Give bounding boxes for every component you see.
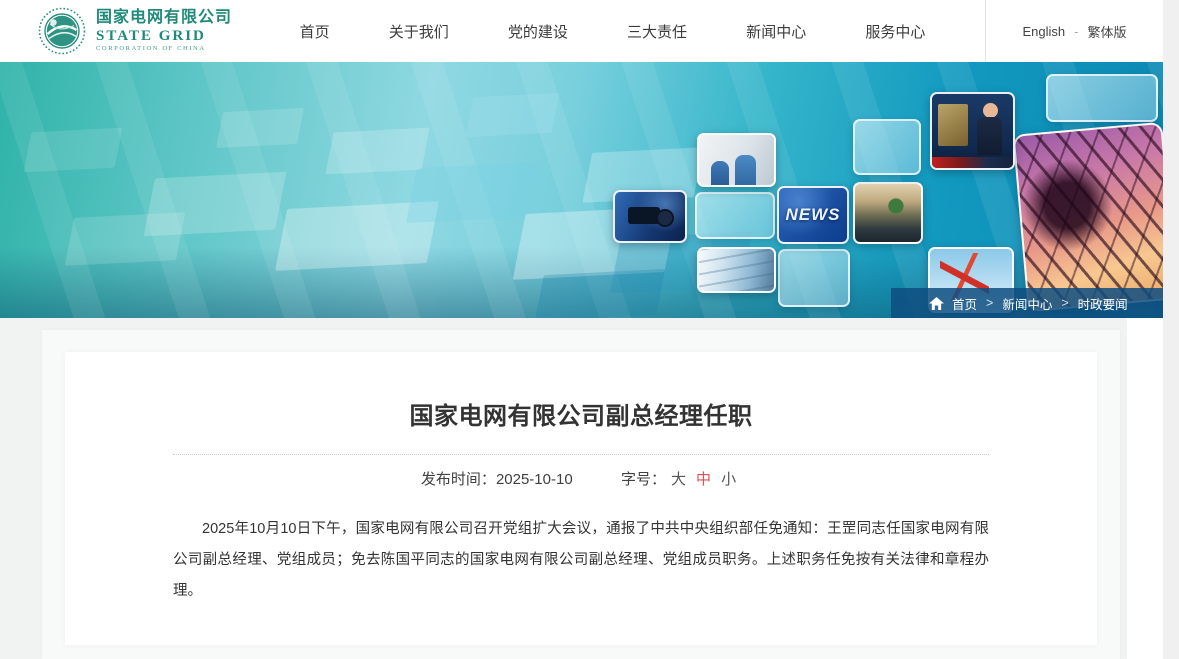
header: 国家电网有限公司 STATE GRID CORPORATION OF CHINA… [0, 0, 1163, 62]
banner-cube [325, 128, 429, 175]
banner-photo-meeting-room [853, 182, 923, 244]
breadcrumb-home[interactable]: 首页 [952, 294, 977, 313]
banner-photo-workers [697, 133, 776, 187]
article-card: 国家电网有限公司副总经理任职 发布时间：2025-10-10 字号： 大中小 20… [65, 352, 1097, 645]
anchor-suit [977, 117, 1003, 155]
font-size-medium-button[interactable]: 中 [696, 468, 711, 489]
logo[interactable]: 国家电网有限公司 STATE GRID CORPORATION OF CHINA [0, 7, 250, 55]
state-grid-emblem-icon [38, 7, 86, 55]
lang-separator: - [1074, 24, 1078, 39]
logo-english-name: STATE GRID [96, 28, 232, 45]
banner-cube [24, 128, 123, 173]
font-size-large-button[interactable]: 大 [671, 468, 686, 489]
main-nav: 首页 关于我们 党的建设 三大责任 新闻中心 服务中心 [250, 0, 985, 62]
article-meta: 发布时间：2025-10-10 字号： 大中小 [173, 468, 989, 489]
logo-subtitle: CORPORATION OF CHINA [96, 45, 232, 52]
article-body: 2025年10月10日下午，国家电网有限公司召开党组扩大会议，通报了中共中央组织… [173, 514, 989, 607]
banner-photo-powerline-workers [1013, 122, 1163, 312]
anchor-head [983, 103, 998, 118]
dotted-divider [173, 454, 989, 455]
font-size-label: 字号： [621, 471, 666, 488]
lang-traditional-link[interactable]: 繁体版 [1087, 22, 1126, 41]
banner-cube [466, 93, 560, 137]
nav-item-three-responsibilities[interactable]: 三大责任 [627, 21, 687, 42]
page: 国家电网有限公司 STATE GRID CORPORATION OF CHINA… [0, 0, 1179, 659]
breadcrumb-current-politics-news: 时政要闻 [1078, 294, 1128, 313]
banner-cube [65, 212, 186, 266]
banner-cube [535, 269, 665, 318]
scrollbar-track[interactable] [1163, 0, 1179, 659]
nav-item-home[interactable]: 首页 [300, 21, 330, 42]
banner-photo-exhibition-hall [697, 247, 776, 293]
publish-time-label: 发布时间： [421, 471, 496, 488]
hero-banner: NEWS 首页 > 新闻中心 > 时政要闻 [0, 62, 1163, 318]
article-title: 国家电网有限公司副总经理任职 [173, 396, 989, 431]
article-outer-card: 国家电网有限公司副总经理任职 发布时间：2025-10-10 字号： 大中小 20… [42, 330, 1120, 659]
home-icon[interactable] [929, 297, 944, 310]
banner-photo-news-graphic: NEWS [777, 186, 849, 244]
publish-time-value: 2025-10-10 [496, 471, 573, 488]
banner-photo-video-camera [613, 190, 687, 243]
font-size-small-button[interactable]: 小 [721, 468, 736, 489]
banner-cube [216, 108, 304, 148]
logo-text: 国家电网有限公司 STATE GRID CORPORATION OF CHINA [96, 9, 232, 52]
banner-cube [406, 162, 538, 223]
breadcrumb-separator: > [986, 296, 993, 310]
nav-item-service-center[interactable]: 服务中心 [865, 21, 925, 42]
news-tile-label: NEWS [786, 205, 841, 225]
breadcrumb-separator: > [1061, 296, 1068, 310]
banner-photo-tv-anchor [930, 92, 1015, 170]
anchor-news-ticker [932, 157, 1013, 168]
anchor-graphic [938, 104, 969, 145]
banner-glass-tile [1046, 74, 1158, 122]
nav-item-about[interactable]: 关于我们 [389, 21, 449, 42]
language-switcher: English - 繁体版 [985, 0, 1163, 62]
banner-glass-tile [853, 119, 921, 175]
banner-glass-tile [695, 192, 775, 239]
breadcrumb-news-center[interactable]: 新闻中心 [1002, 294, 1052, 313]
breadcrumb: 首页 > 新闻中心 > 时政要闻 [891, 288, 1163, 318]
lang-english-link[interactable]: English [1023, 24, 1066, 39]
nav-item-news-center[interactable]: 新闻中心 [746, 21, 806, 42]
logo-chinese-name: 国家电网有限公司 [96, 9, 232, 27]
nav-item-party-building[interactable]: 党的建设 [508, 21, 568, 42]
banner-glass-tile [778, 249, 850, 307]
